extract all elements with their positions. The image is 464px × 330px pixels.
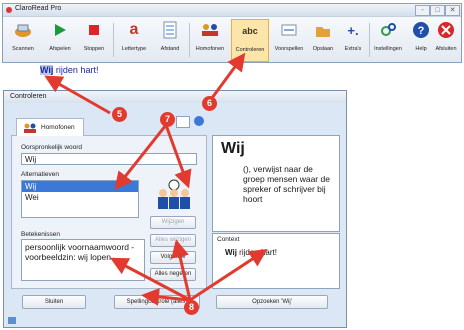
volgende-button[interactable]: Volgende — [150, 251, 196, 264]
toolbar-lettertype[interactable]: a Lettertype — [117, 19, 151, 60]
close-icon — [435, 19, 457, 41]
spacing-icon — [159, 19, 181, 41]
spellcheck-icon: abc — [242, 26, 258, 36]
alles-wijzigen-button[interactable]: Alles wijzigen — [150, 234, 196, 247]
document-text[interactable]: Wij rijden hart! — [40, 65, 98, 75]
toolbar-voorspellen[interactable]: Voorspellen — [271, 19, 307, 60]
tab-scroll-button[interactable] — [176, 116, 190, 128]
homophones-icon — [24, 123, 36, 133]
toolbar-separator — [113, 23, 114, 57]
controleren-dialog: Controleren Homofonen Oorspronkelijk woo… — [3, 90, 347, 328]
list-item[interactable]: Wei — [22, 192, 138, 203]
document-rest: rijden hart! — [53, 65, 99, 75]
alternatives-list[interactable]: Wij Wei — [21, 180, 139, 218]
context-rest: rijden hart! — [236, 248, 277, 257]
toolbar-afstand[interactable]: Afstand — [155, 19, 185, 60]
info-icon[interactable] — [194, 116, 204, 126]
opzoeken-button[interactable]: Opzoeken 'Wij' — [216, 295, 328, 309]
toolbar-scannen[interactable]: Scannen — [7, 19, 39, 60]
svg-text:?: ? — [418, 25, 425, 37]
minimize-button[interactable]: - — [415, 5, 430, 16]
context-panel: Context Wij rijden hart! — [212, 233, 340, 289]
meanings-box[interactable]: persoonlijk voornaamwoord - voorbeeldzin… — [21, 239, 145, 281]
callout-6: 6 — [202, 96, 217, 111]
callout-8: 8 — [184, 300, 199, 315]
app-icon — [6, 7, 12, 13]
toolbar-separator — [369, 23, 370, 57]
status-icon — [8, 317, 16, 324]
tab-homofonen[interactable]: Homofonen — [16, 118, 84, 136]
definition-panel: Wij (), verwijst naar de groep mensen wa… — [212, 135, 340, 232]
toolbar-separator — [189, 23, 190, 57]
extras-icon: +. — [347, 22, 359, 38]
list-item[interactable]: Wij — [22, 181, 138, 192]
context-label: Context — [217, 236, 240, 243]
toolbar-extras[interactable]: +. Extra's — [339, 19, 367, 60]
alternatives-label: Alternatieven — [21, 171, 59, 178]
toolbar-stoppen[interactable]: Stoppen — [79, 19, 109, 60]
toolbar-afspelen[interactable]: Afspelen — [45, 19, 75, 60]
context-text: Wij rijden hart! — [225, 248, 277, 257]
callout-5: 5 — [112, 107, 127, 122]
toolbar-opslaan[interactable]: Opslaan — [309, 19, 337, 60]
stop-icon — [83, 19, 105, 41]
scan-icon — [12, 19, 34, 41]
toolbar-help[interactable]: ? Help — [409, 19, 433, 60]
sluiten-button[interactable]: Sluiten — [22, 295, 86, 309]
toolbar-afsluiten[interactable]: Afsluiten — [433, 19, 459, 60]
app-title: ClaroRead Pro — [15, 5, 62, 12]
highlighted-word[interactable]: Wij — [40, 65, 54, 75]
toolbar-controleren[interactable]: abc Controleren — [231, 19, 269, 62]
definition-word: Wij — [221, 140, 245, 157]
toolbar: Scannen Afspelen Stoppen a Lettertype Af… — [3, 16, 461, 62]
maximize-button[interactable]: □ — [430, 5, 445, 16]
original-word-field[interactable]: Wij — [21, 153, 197, 165]
close-window-button[interactable]: ✕ — [445, 5, 460, 16]
toolbar-instellingen[interactable]: Instellingen — [371, 19, 405, 60]
save-icon — [312, 19, 334, 41]
wijzigen-button[interactable]: Wijzigen — [150, 216, 196, 229]
play-icon — [49, 19, 71, 41]
help-icon: ? — [410, 19, 432, 41]
claroread-window: ClaroRead Pro - □ ✕ Scannen Afspelen Sto… — [2, 3, 462, 63]
dialog-title: Controleren — [4, 91, 346, 103]
settings-icon — [377, 19, 399, 41]
tab-label: Homofonen — [41, 124, 75, 131]
meanings-label: Betekenissen — [21, 231, 61, 238]
toolbar-homofonen[interactable]: Homofonen — [193, 19, 227, 60]
predict-icon — [278, 19, 300, 41]
context-word: Wij — [225, 248, 237, 257]
callout-7: 7 — [160, 112, 175, 127]
definition-text: (), verwijst naar de groep mensen waar d… — [243, 164, 330, 204]
homophones-icon — [199, 19, 221, 41]
title-bar: ClaroRead Pro - □ ✕ — [3, 4, 461, 16]
alles-negeren-button[interactable]: Alles negeren — [150, 268, 196, 281]
font-icon: a — [129, 21, 139, 38]
original-word-label: Oorspronkelijk woord — [21, 144, 83, 151]
homophones-people-icon — [154, 179, 194, 211]
